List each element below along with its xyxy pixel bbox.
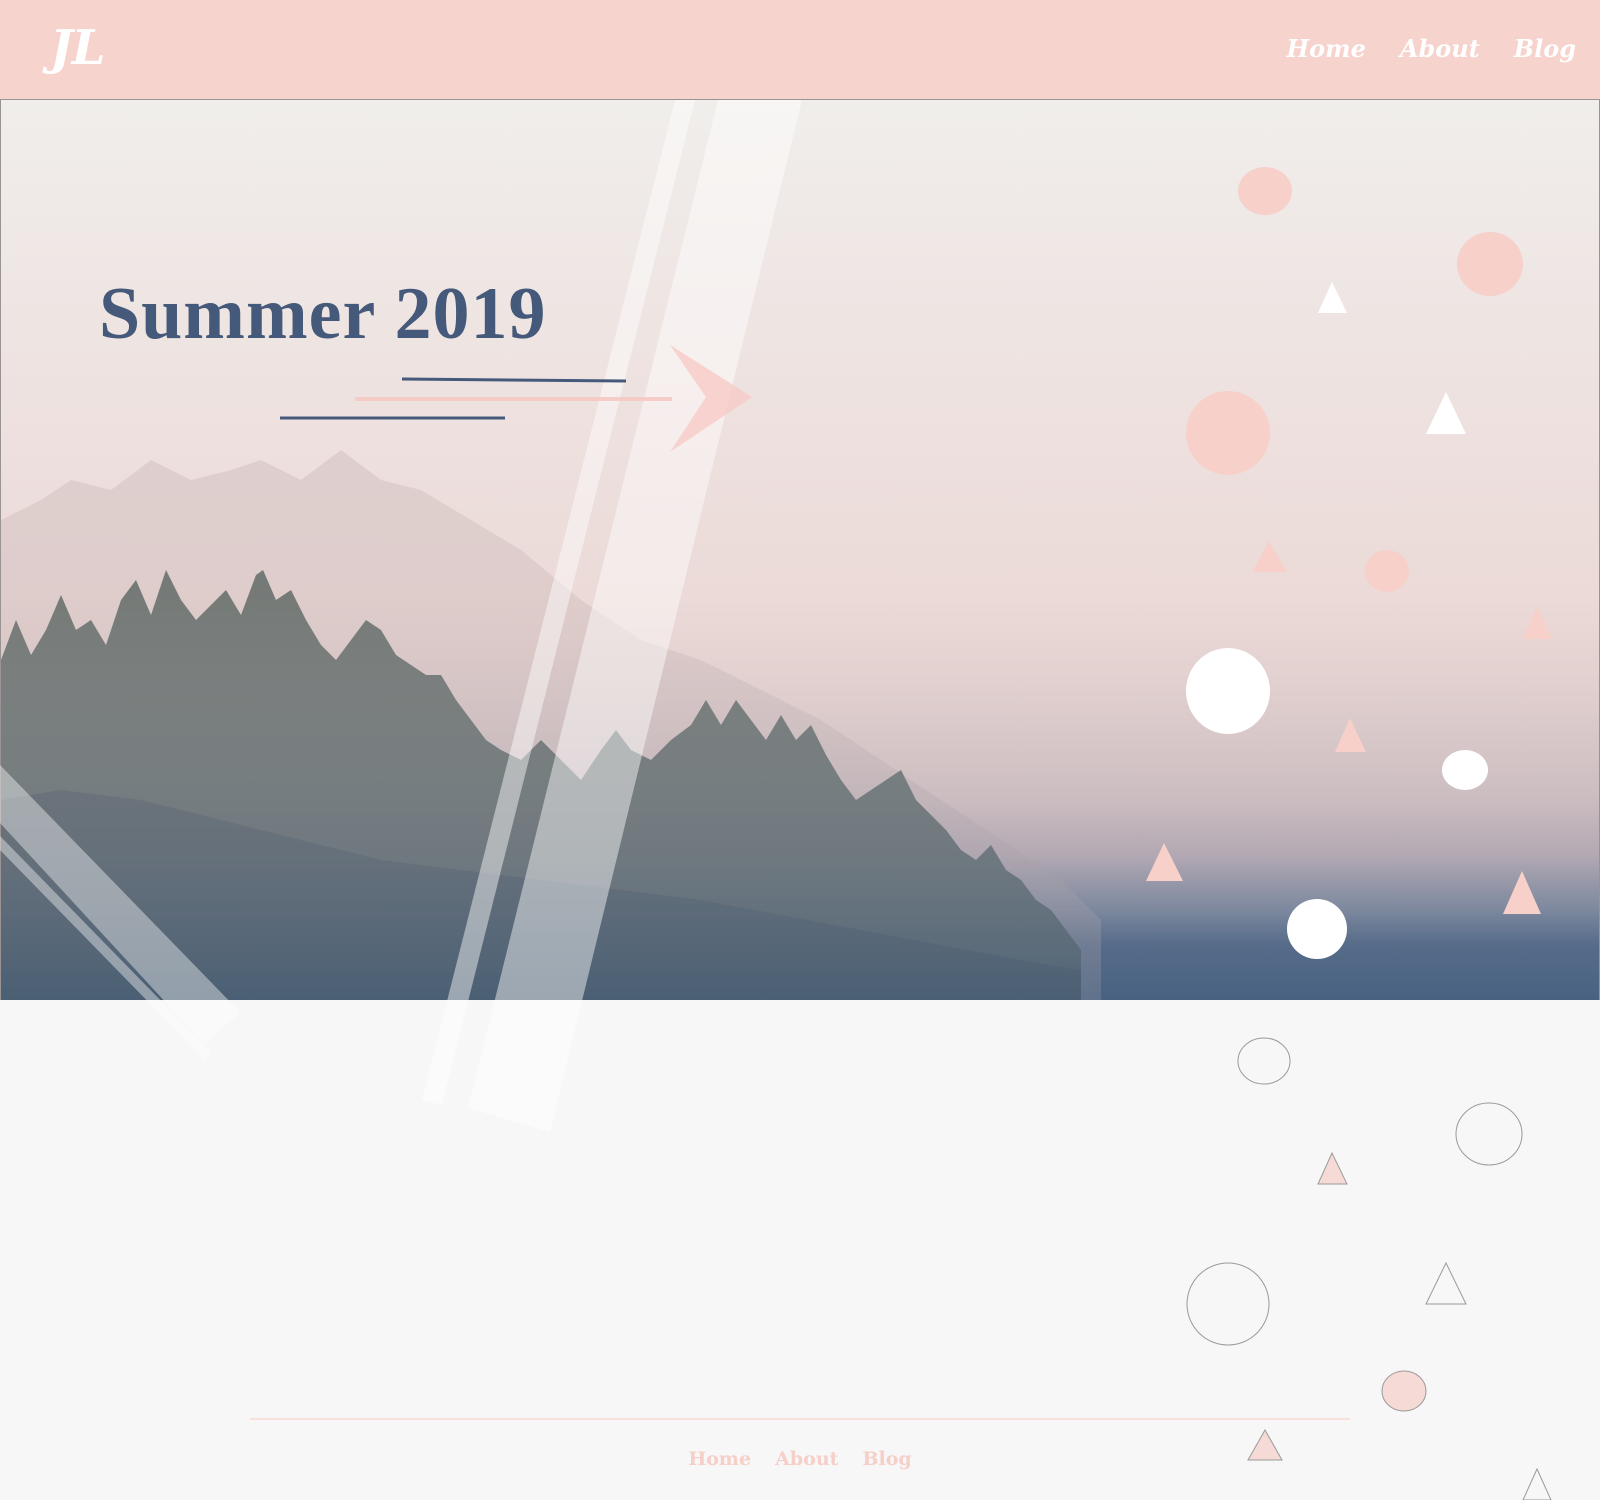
hero-forest-image (1, 100, 1599, 1000)
circle-outline-shape (1455, 1102, 1523, 1166)
main-nav: Home About Blog (1286, 34, 1576, 63)
hero-banner: Summer 2019 (0, 100, 1600, 1000)
circle-outline-shape (1381, 1370, 1427, 1412)
triangle-outline-shape (1522, 1467, 1552, 1500)
nav-blog-link[interactable]: Blog (1514, 34, 1576, 63)
footer-home-link[interactable]: Home (688, 1448, 751, 1470)
footer-blog-link[interactable]: Blog (862, 1448, 911, 1470)
nav-about-link[interactable]: About (1400, 34, 1480, 63)
footer-about-link[interactable]: About (775, 1448, 838, 1470)
circle-outline-shape (1186, 1262, 1270, 1346)
nav-home-link[interactable]: Home (1286, 34, 1365, 63)
footer-divider (250, 1418, 1350, 1420)
triangle-outline-shape (1425, 1261, 1467, 1305)
circle-outline-shape (1237, 1037, 1291, 1085)
site-logo[interactable]: JL (50, 20, 105, 76)
triangle-outline-shape (1317, 1151, 1348, 1185)
site-header: JL Home About Blog (0, 0, 1600, 100)
hero-title: Summer 2019 (99, 273, 547, 355)
footer-nav: Home About Blog (0, 1448, 1600, 1470)
